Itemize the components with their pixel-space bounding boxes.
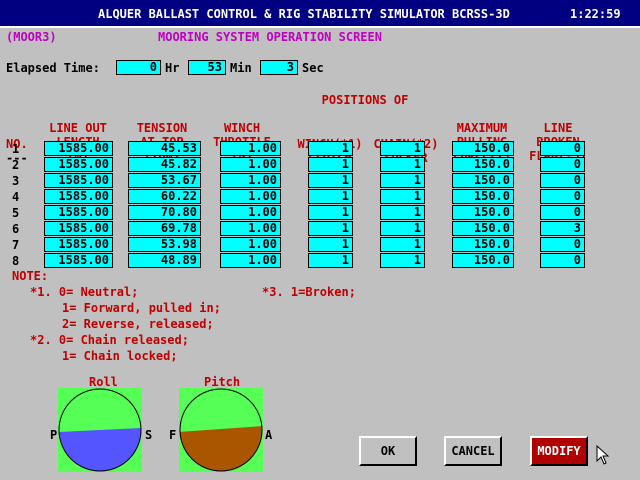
winch-throttle-field[interactable]: 1.00 (220, 173, 281, 188)
winch-clutch-field[interactable]: 1 (308, 173, 353, 188)
chain-locker-field[interactable]: 1 (380, 221, 425, 236)
roll-gauge (58, 388, 142, 472)
seconds-unit: Sec (302, 61, 324, 75)
line-broken-flag-field[interactable]: 0 (540, 141, 585, 156)
winch-throttle-field[interactable]: 1.00 (220, 221, 281, 236)
winch-throttle-field[interactable]: 1.00 (220, 205, 281, 220)
winch-clutch-field[interactable]: 1 (308, 221, 353, 236)
screen-id: (MOOR3) (6, 30, 57, 44)
chain-locker-field[interactable]: 1 (380, 189, 425, 204)
winch-clutch-field[interactable]: 1 (308, 189, 353, 204)
elapsed-hours-field: 0 (116, 60, 161, 75)
line-broken-flag-field[interactable]: 0 (540, 189, 585, 204)
max-pulling-force-field[interactable]: 150.0 (452, 253, 514, 268)
row-number: 4 (12, 190, 20, 204)
note-1-forward: 1= Forward, pulled in; (62, 301, 221, 315)
row-number: 7 (12, 238, 20, 252)
minutes-unit: Min (230, 61, 252, 75)
tension-field[interactable]: 69.78 (128, 221, 201, 236)
window-title: ALQUER BALLAST CONTROL & RIG STABILITY S… (98, 7, 510, 21)
winch-clutch-field[interactable]: 1 (308, 253, 353, 268)
note-2-locked: 1= Chain locked; (62, 349, 178, 363)
mouse-cursor-icon (596, 445, 610, 465)
row-number: 8 (12, 254, 20, 268)
cancel-button[interactable]: CANCEL (444, 436, 502, 466)
max-pulling-force-field[interactable]: 150.0 (452, 189, 514, 204)
line-broken-flag-field[interactable]: 0 (540, 205, 585, 220)
winch-clutch-field[interactable]: 1 (308, 141, 353, 156)
elapsed-label: Elapsed Time: (6, 61, 100, 75)
line-out-field[interactable]: 1585.00 (44, 141, 113, 156)
line-broken-flag-field[interactable]: 0 (540, 173, 585, 188)
row-number: 1 (12, 142, 20, 156)
max-pulling-force-field[interactable]: 150.0 (452, 173, 514, 188)
line-broken-flag-field[interactable]: 3 (540, 221, 585, 236)
winch-throttle-field[interactable]: 1.00 (220, 157, 281, 172)
note-title: NOTE: (12, 269, 49, 283)
line-broken-flag-field[interactable]: 0 (540, 157, 585, 172)
row-number: 6 (12, 222, 20, 236)
tension-field[interactable]: 45.53 (128, 141, 201, 156)
max-pulling-force-field[interactable]: 150.0 (452, 205, 514, 220)
line-out-field[interactable]: 1585.00 (44, 253, 113, 268)
tension-field[interactable]: 45.82 (128, 157, 201, 172)
pitch-gauge (179, 388, 263, 472)
winch-throttle-field[interactable]: 1.00 (220, 189, 281, 204)
modify-button[interactable]: MODIFY (530, 436, 588, 466)
elapsed-minutes-field: 53 (188, 60, 226, 75)
ok-button[interactable]: OK (359, 436, 417, 466)
note-1-neutral: *1. 0= Neutral; (30, 285, 139, 299)
winch-throttle-field[interactable]: 1.00 (220, 237, 281, 252)
elapsed-seconds-field: 3 (260, 60, 298, 75)
header-positions: POSITIONS OF (321, 93, 409, 107)
max-pulling-force-field[interactable]: 150.0 (452, 141, 514, 156)
line-out-field[interactable]: 1585.00 (44, 173, 113, 188)
chain-locker-field[interactable]: 1 (380, 253, 425, 268)
tension-field[interactable]: 48.89 (128, 253, 201, 268)
tension-field[interactable]: 70.80 (128, 205, 201, 220)
line-broken-flag-field[interactable]: 0 (540, 237, 585, 252)
row-number: 3 (12, 174, 20, 188)
chain-locker-field[interactable]: 1 (380, 173, 425, 188)
screen-title: MOORING SYSTEM OPERATION SCREEN (158, 30, 382, 44)
line-broken-flag-field[interactable]: 0 (540, 253, 585, 268)
row-number: 2 (12, 158, 20, 172)
row-number: 5 (12, 206, 20, 220)
winch-clutch-field[interactable]: 1 (308, 205, 353, 220)
line-out-field[interactable]: 1585.00 (44, 157, 113, 172)
roll-port-label: P (50, 428, 58, 442)
max-pulling-force-field[interactable]: 150.0 (452, 221, 514, 236)
hours-unit: Hr (165, 61, 180, 75)
chain-locker-field[interactable]: 1 (380, 141, 425, 156)
note-3-broken: *3. 1=Broken; (262, 285, 356, 299)
tension-field[interactable]: 60.22 (128, 189, 201, 204)
note-2-released: *2. 0= Chain released; (30, 333, 189, 347)
max-pulling-force-field[interactable]: 150.0 (452, 157, 514, 172)
chain-locker-field[interactable]: 1 (380, 237, 425, 252)
winch-clutch-field[interactable]: 1 (308, 237, 353, 252)
chain-locker-field[interactable]: 1 (380, 205, 425, 220)
line-out-field[interactable]: 1585.00 (44, 189, 113, 204)
winch-throttle-field[interactable]: 1.00 (220, 253, 281, 268)
clock: 1:22:59 (570, 7, 621, 21)
winch-throttle-field[interactable]: 1.00 (220, 141, 281, 156)
pitch-label: Pitch (204, 375, 241, 389)
note-1-reverse: 2= Reverse, released; (62, 317, 214, 331)
roll-starboard-label: S (145, 428, 153, 442)
line-out-field[interactable]: 1585.00 (44, 205, 113, 220)
pitch-fore-label: F (169, 428, 177, 442)
max-pulling-force-field[interactable]: 150.0 (452, 237, 514, 252)
tension-field[interactable]: 53.67 (128, 173, 201, 188)
winch-clutch-field[interactable]: 1 (308, 157, 353, 172)
roll-label: Roll (89, 375, 118, 389)
line-out-field[interactable]: 1585.00 (44, 237, 113, 252)
tension-field[interactable]: 53.98 (128, 237, 201, 252)
line-out-field[interactable]: 1585.00 (44, 221, 113, 236)
chain-locker-field[interactable]: 1 (380, 157, 425, 172)
pitch-aft-label: A (265, 428, 273, 442)
